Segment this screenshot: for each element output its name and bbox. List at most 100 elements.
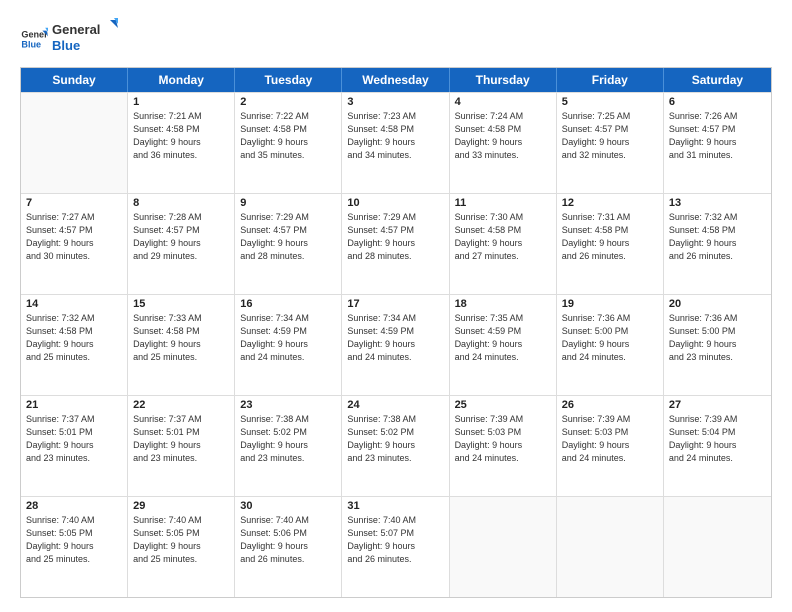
day-cell-10: 10 Sunrise: 7:29 AM Sunset: 4:57 PM Dayli… xyxy=(342,194,449,294)
day-number: 6 xyxy=(669,96,766,108)
empty-cell xyxy=(21,93,128,193)
day-cell-29: 29 Sunrise: 7:40 AM Sunset: 5:05 PM Dayli… xyxy=(128,497,235,597)
day-info: Sunrise: 7:38 AM Sunset: 5:02 PM Dayligh… xyxy=(347,413,443,465)
week-row-4: 28 Sunrise: 7:40 AM Sunset: 5:05 PM Dayli… xyxy=(21,496,771,597)
day-number: 11 xyxy=(455,197,551,209)
header-day-saturday: Saturday xyxy=(664,68,771,92)
day-info: Sunrise: 7:39 AM Sunset: 5:03 PM Dayligh… xyxy=(455,413,551,465)
day-info: Sunrise: 7:29 AM Sunset: 4:57 PM Dayligh… xyxy=(347,211,443,263)
day-cell-2: 2Sunrise: 7:22 AM Sunset: 4:58 PM Daylig… xyxy=(235,93,342,193)
day-info: Sunrise: 7:23 AM Sunset: 4:58 PM Dayligh… xyxy=(347,110,443,162)
svg-text:General: General xyxy=(52,22,100,37)
day-number: 4 xyxy=(455,96,551,108)
day-cell-9: 9 Sunrise: 7:29 AM Sunset: 4:57 PM Daylig… xyxy=(235,194,342,294)
day-info: Sunrise: 7:39 AM Sunset: 5:03 PM Dayligh… xyxy=(562,413,658,465)
day-cell-30: 30 Sunrise: 7:40 AM Sunset: 5:06 PM Dayli… xyxy=(235,497,342,597)
day-info: Sunrise: 7:25 AM Sunset: 4:57 PM Dayligh… xyxy=(562,110,658,162)
day-info: Sunrise: 7:34 AM Sunset: 4:59 PM Dayligh… xyxy=(240,312,336,364)
day-cell-25: 25 Sunrise: 7:39 AM Sunset: 5:03 PM Dayli… xyxy=(450,396,557,496)
day-info: Sunrise: 7:33 AM Sunset: 4:58 PM Dayligh… xyxy=(133,312,229,364)
day-number: 31 xyxy=(347,500,443,512)
day-number: 26 xyxy=(562,399,658,411)
week-row-2: 14 Sunrise: 7:32 AM Sunset: 4:58 PM Dayli… xyxy=(21,294,771,395)
day-info: Sunrise: 7:35 AM Sunset: 4:59 PM Dayligh… xyxy=(455,312,551,364)
empty-cell xyxy=(664,497,771,597)
day-number: 8 xyxy=(133,197,229,209)
day-info: Sunrise: 7:40 AM Sunset: 5:06 PM Dayligh… xyxy=(240,514,336,566)
day-cell-12: 12 Sunrise: 7:31 AM Sunset: 4:58 PM Dayli… xyxy=(557,194,664,294)
day-cell-24: 24 Sunrise: 7:38 AM Sunset: 5:02 PM Dayli… xyxy=(342,396,449,496)
day-number: 13 xyxy=(669,197,766,209)
day-number: 9 xyxy=(240,197,336,209)
day-info: Sunrise: 7:40 AM Sunset: 5:05 PM Dayligh… xyxy=(133,514,229,566)
day-number: 24 xyxy=(347,399,443,411)
day-info: Sunrise: 7:36 AM Sunset: 5:00 PM Dayligh… xyxy=(562,312,658,364)
day-cell-18: 18 Sunrise: 7:35 AM Sunset: 4:59 PM Dayli… xyxy=(450,295,557,395)
day-number: 18 xyxy=(455,298,551,310)
day-info: Sunrise: 7:29 AM Sunset: 4:57 PM Dayligh… xyxy=(240,211,336,263)
day-number: 12 xyxy=(562,197,658,209)
day-number: 25 xyxy=(455,399,551,411)
svg-text:Blue: Blue xyxy=(52,38,80,53)
calendar: SundayMondayTuesdayWednesdayThursdayFrid… xyxy=(20,67,772,598)
day-number: 30 xyxy=(240,500,336,512)
day-cell-31: 31 Sunrise: 7:40 AM Sunset: 5:07 PM Dayli… xyxy=(342,497,449,597)
day-info: Sunrise: 7:21 AM Sunset: 4:58 PM Dayligh… xyxy=(133,110,229,162)
day-info: Sunrise: 7:27 AM Sunset: 4:57 PM Dayligh… xyxy=(26,211,122,263)
day-number: 19 xyxy=(562,298,658,310)
week-row-0: 1Sunrise: 7:21 AM Sunset: 4:58 PM Daylig… xyxy=(21,92,771,193)
day-cell-26: 26 Sunrise: 7:39 AM Sunset: 5:03 PM Dayli… xyxy=(557,396,664,496)
day-cell-14: 14 Sunrise: 7:32 AM Sunset: 4:58 PM Dayli… xyxy=(21,295,128,395)
day-info: Sunrise: 7:40 AM Sunset: 5:07 PM Dayligh… xyxy=(347,514,443,566)
day-number: 29 xyxy=(133,500,229,512)
day-cell-21: 21Sunrise: 7:37 AM Sunset: 5:01 PM Dayli… xyxy=(21,396,128,496)
day-info: Sunrise: 7:28 AM Sunset: 4:57 PM Dayligh… xyxy=(133,211,229,263)
day-info: Sunrise: 7:40 AM Sunset: 5:05 PM Dayligh… xyxy=(26,514,122,566)
calendar-body: 1Sunrise: 7:21 AM Sunset: 4:58 PM Daylig… xyxy=(21,92,771,597)
day-cell-17: 17 Sunrise: 7:34 AM Sunset: 4:59 PM Dayli… xyxy=(342,295,449,395)
day-info: Sunrise: 7:31 AM Sunset: 4:58 PM Dayligh… xyxy=(562,211,658,263)
day-number: 17 xyxy=(347,298,443,310)
day-info: Sunrise: 7:39 AM Sunset: 5:04 PM Dayligh… xyxy=(669,413,766,465)
logo: General Blue General Blue xyxy=(20,18,122,59)
header-day-monday: Monday xyxy=(128,68,235,92)
logo-svg: General Blue xyxy=(52,18,122,54)
header-day-sunday: Sunday xyxy=(21,68,128,92)
day-cell-5: 5 Sunrise: 7:25 AM Sunset: 4:57 PM Daylig… xyxy=(557,93,664,193)
day-info: Sunrise: 7:24 AM Sunset: 4:58 PM Dayligh… xyxy=(455,110,551,162)
day-cell-1: 1Sunrise: 7:21 AM Sunset: 4:58 PM Daylig… xyxy=(128,93,235,193)
day-info: Sunrise: 7:34 AM Sunset: 4:59 PM Dayligh… xyxy=(347,312,443,364)
day-info: Sunrise: 7:32 AM Sunset: 4:58 PM Dayligh… xyxy=(669,211,766,263)
day-info: Sunrise: 7:22 AM Sunset: 4:58 PM Dayligh… xyxy=(240,110,336,162)
calendar-header: SundayMondayTuesdayWednesdayThursdayFrid… xyxy=(21,68,771,92)
day-info: Sunrise: 7:36 AM Sunset: 5:00 PM Dayligh… xyxy=(669,312,766,364)
day-cell-27: 27 Sunrise: 7:39 AM Sunset: 5:04 PM Dayli… xyxy=(664,396,771,496)
day-cell-8: 8 Sunrise: 7:28 AM Sunset: 4:57 PM Daylig… xyxy=(128,194,235,294)
day-cell-20: 20 Sunrise: 7:36 AM Sunset: 5:00 PM Dayli… xyxy=(664,295,771,395)
day-cell-22: 22 Sunrise: 7:37 AM Sunset: 5:01 PM Dayli… xyxy=(128,396,235,496)
day-info: Sunrise: 7:37 AM Sunset: 5:01 PM Dayligh… xyxy=(26,413,122,465)
day-number: 14 xyxy=(26,298,122,310)
header-day-thursday: Thursday xyxy=(450,68,557,92)
logo-icon: General Blue xyxy=(20,25,48,53)
day-number: 28 xyxy=(26,500,122,512)
day-number: 22 xyxy=(133,399,229,411)
day-cell-13: 13 Sunrise: 7:32 AM Sunset: 4:58 PM Dayli… xyxy=(664,194,771,294)
day-number: 7 xyxy=(26,197,122,209)
empty-cell xyxy=(450,497,557,597)
svg-text:Blue: Blue xyxy=(21,39,41,49)
day-cell-6: 6 Sunrise: 7:26 AM Sunset: 4:57 PM Daylig… xyxy=(664,93,771,193)
day-number: 5 xyxy=(562,96,658,108)
day-info: Sunrise: 7:26 AM Sunset: 4:57 PM Dayligh… xyxy=(669,110,766,162)
day-cell-23: 23Sunrise: 7:38 AM Sunset: 5:02 PM Dayli… xyxy=(235,396,342,496)
day-number: 20 xyxy=(669,298,766,310)
header-day-tuesday: Tuesday xyxy=(235,68,342,92)
day-info: Sunrise: 7:32 AM Sunset: 4:58 PM Dayligh… xyxy=(26,312,122,364)
day-info: Sunrise: 7:38 AM Sunset: 5:02 PM Dayligh… xyxy=(240,413,336,465)
day-cell-3: 3Sunrise: 7:23 AM Sunset: 4:58 PM Daylig… xyxy=(342,93,449,193)
day-info: Sunrise: 7:37 AM Sunset: 5:01 PM Dayligh… xyxy=(133,413,229,465)
day-cell-28: 28 Sunrise: 7:40 AM Sunset: 5:05 PM Dayli… xyxy=(21,497,128,597)
day-number: 10 xyxy=(347,197,443,209)
day-cell-7: 7 Sunrise: 7:27 AM Sunset: 4:57 PM Daylig… xyxy=(21,194,128,294)
day-number: 27 xyxy=(669,399,766,411)
